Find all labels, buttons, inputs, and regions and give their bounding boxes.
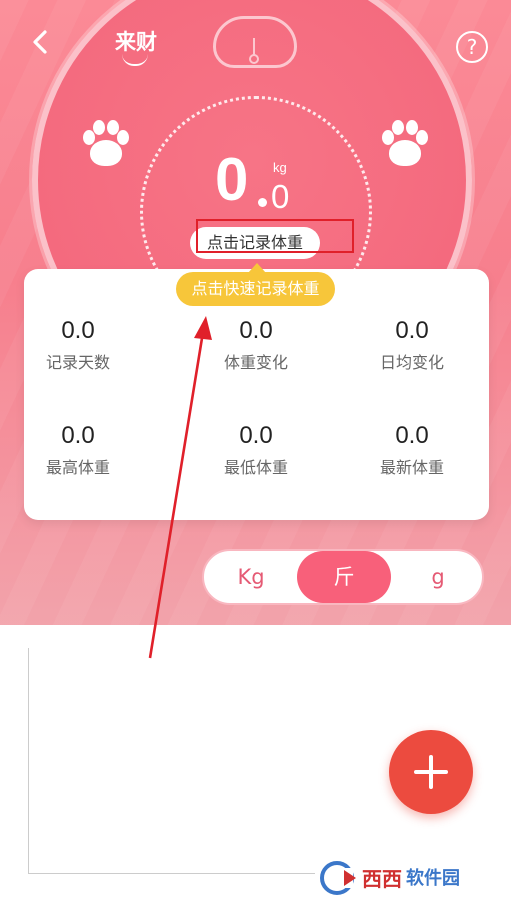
scale-knob	[249, 54, 259, 64]
annotation-arrow-icon	[148, 316, 212, 659]
stat-daily-change: 0.0 日均变化	[342, 317, 482, 373]
unit-option-jin[interactable]: 斤	[297, 551, 391, 603]
chart-area	[28, 648, 315, 874]
stat-label: 最高体重	[45, 458, 110, 477]
weight-decimal-point	[258, 198, 267, 207]
add-record-button[interactable]	[389, 730, 473, 814]
watermark-text: 西西	[362, 866, 402, 891]
watermark-logo-icon	[320, 861, 356, 895]
unit-option-g[interactable]: g	[391, 551, 485, 603]
pet-name-title[interactable]: 来财	[104, 26, 168, 56]
stat-label: 记录天数	[45, 353, 110, 372]
stats-card: 0.0 记录天数 0.0 体重变化 0.0 日均变化 0.0 最高体重 0.0 …	[24, 269, 489, 520]
stat-label: 日均变化	[379, 353, 444, 372]
back-arrow-icon	[33, 30, 47, 54]
weight-decimal: 0	[271, 178, 290, 215]
stat-value: 0.0	[61, 422, 95, 449]
unit-option-kg[interactable]: Kg	[204, 551, 298, 603]
watermark: 西西 软件园	[318, 856, 494, 898]
stat-record-days: 0.0 记录天数	[8, 317, 148, 373]
stat-value: 0.0	[395, 317, 429, 344]
annotation-highlight-box	[196, 219, 354, 253]
help-button[interactable]: ?	[456, 31, 488, 63]
weight-integer: 0	[215, 146, 249, 213]
paw-icon	[379, 118, 431, 170]
back-button[interactable]	[26, 28, 54, 56]
stat-max-weight: 0.0 最高体重	[8, 422, 148, 478]
paw-icon	[80, 118, 132, 170]
unit-switch: Kg 斤 g	[202, 549, 484, 605]
plus-icon	[414, 755, 448, 789]
stat-value: 0.0	[61, 317, 95, 344]
quick-record-tip[interactable]: 点击快速记录体重	[176, 272, 335, 306]
stat-label: 最新体重	[379, 458, 444, 477]
weight-unit: kg	[273, 160, 287, 175]
watermark-text-secondary: 软件园	[406, 868, 460, 889]
stat-value: 0.0	[395, 422, 429, 449]
stat-latest-weight: 0.0 最新体重	[342, 422, 482, 478]
